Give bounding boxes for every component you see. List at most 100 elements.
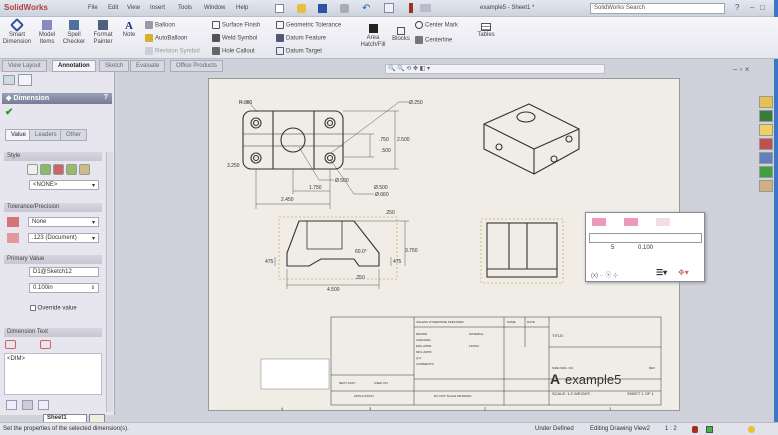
options-icon[interactable]: [420, 4, 431, 12]
layer-icon[interactable]: ✥▾: [678, 268, 689, 277]
tolerance-dropdown[interactable]: None ▾: [28, 217, 99, 227]
dimension-text-input[interactable]: [589, 233, 702, 243]
feature-manager-tab[interactable]: [3, 75, 15, 85]
apply-default-style-icon[interactable]: [27, 164, 38, 175]
justify-center-icon[interactable]: [22, 400, 33, 410]
datum-target-button[interactable]: Datum Target: [276, 47, 322, 55]
view-palette-icon[interactable]: [759, 152, 773, 164]
subtab-other[interactable]: Other: [60, 129, 88, 141]
justify-icon[interactable]: ☰▾: [656, 268, 667, 277]
heads-up-view-toolbar[interactable]: 🔍 🔍 ⟲ ✥ ◧ ▾: [385, 64, 605, 74]
geometric-tolerance-icon: [276, 21, 284, 29]
doc-window-controls[interactable]: – ▫ ×: [733, 65, 749, 74]
style-dropdown[interactable]: <NONE> ▾: [29, 180, 99, 190]
note-button[interactable]: A Note: [120, 20, 138, 39]
smart-dimension-button[interactable]: Smart Dimension: [2, 17, 32, 46]
style-section-header[interactable]: Style: [4, 152, 102, 161]
menu-tools[interactable]: Tools: [178, 5, 192, 11]
menu-file[interactable]: File: [88, 5, 98, 11]
override-value-checkbox[interactable]: Override value: [30, 305, 77, 312]
search-results-icon[interactable]: [759, 138, 773, 150]
select-icon[interactable]: [384, 3, 394, 13]
weld-symbol-button[interactable]: Weld Symbol: [212, 34, 257, 42]
tab-sketch[interactable]: Sketch: [99, 60, 130, 72]
resources-icon[interactable]: [759, 96, 773, 108]
property-manager-tab[interactable]: [18, 74, 32, 86]
units-icon[interactable]: [706, 426, 713, 433]
tab-evaluate[interactable]: Evaluate: [130, 60, 166, 72]
minimize-icon[interactable]: –: [750, 3, 754, 12]
dimension-text-section-header[interactable]: Dimension Text: [4, 328, 102, 337]
delete-style-icon[interactable]: [53, 164, 64, 175]
surface-finish-button[interactable]: Surface Finish: [212, 21, 260, 29]
center-mark-icon: [415, 21, 423, 29]
new-icon[interactable]: [275, 4, 284, 13]
ok-check-icon[interactable]: ✔: [5, 107, 13, 118]
justify-right-icon[interactable]: [38, 400, 49, 410]
tolerance-section-header[interactable]: Tolerance/Precision: [4, 203, 102, 212]
tolerance-precision-icon[interactable]: [656, 218, 670, 226]
status-scale[interactable]: 1 : 2: [665, 426, 677, 432]
status-definition: Under Defined: [535, 426, 574, 432]
subtab-leaders[interactable]: Leaders: [29, 129, 63, 141]
primary-value-section-header[interactable]: Primary Value: [4, 255, 102, 264]
dimension-text-field[interactable]: <DIM>: [4, 353, 102, 395]
primary-value-field[interactable]: 0.100in ⇕: [29, 283, 99, 293]
primary-name-field[interactable]: D1@Sketch12: [29, 267, 99, 277]
search-input[interactable]: SolidWorks Search: [590, 3, 725, 14]
revision-symbol-button[interactable]: Revision Symbol: [145, 47, 200, 55]
file-explorer-icon[interactable]: [759, 124, 773, 136]
menu-view[interactable]: View: [127, 5, 140, 11]
justify-left-icon[interactable]: [6, 400, 17, 410]
menu-help[interactable]: Help: [236, 5, 248, 11]
design-library-icon[interactable]: [759, 110, 773, 122]
datum-feature-button[interactable]: Datum Feature: [276, 34, 326, 42]
centerline-button[interactable]: Centerline: [415, 36, 452, 44]
area-hatch-button[interactable]: Area Hatch/Fill: [358, 24, 388, 49]
custom-properties-icon[interactable]: [759, 180, 773, 192]
geometric-tolerance-button[interactable]: Geometric Tolerance: [276, 21, 341, 29]
top-view: [242, 110, 344, 170]
blocks-button[interactable]: Blocks: [392, 27, 410, 43]
help-icon[interactable]: ?: [104, 94, 108, 101]
spell-checker-button[interactable]: Spell Checker: [62, 20, 86, 46]
inspection-dimension-icon[interactable]: [40, 340, 51, 349]
rebuild-icon[interactable]: [409, 3, 413, 13]
tooltip-icon[interactable]: [748, 426, 755, 433]
model-items-button[interactable]: Model Items: [35, 20, 59, 46]
tab-office-products[interactable]: Office Products: [170, 60, 223, 72]
tolerance-type-icon[interactable]: [592, 218, 606, 226]
save-icon[interactable]: [318, 4, 327, 13]
autoballoon-icon: [145, 34, 153, 42]
save-style-icon[interactable]: [66, 164, 77, 175]
open-icon[interactable]: [297, 4, 306, 13]
menu-insert[interactable]: Insert: [150, 5, 165, 11]
tables-button[interactable]: Tables: [476, 23, 496, 39]
precision-icon[interactable]: [624, 218, 638, 226]
load-style-icon[interactable]: [79, 164, 90, 175]
help-icon[interactable]: ?: [735, 3, 739, 12]
maximize-icon[interactable]: □: [760, 3, 765, 12]
center-mark-button[interactable]: Center Mark: [415, 21, 458, 29]
add-style-icon[interactable]: [40, 164, 51, 175]
tab-annotation[interactable]: Annotation: [52, 60, 96, 72]
print-icon[interactable]: [340, 4, 349, 13]
undo-icon[interactable]: ↶: [362, 3, 370, 14]
parentheses-icon[interactable]: (x) ·· ⓧ ⊹: [591, 270, 618, 279]
precision-dropdown[interactable]: .123 (Document) ▾: [28, 233, 99, 243]
autoballoon-button[interactable]: AutoBalloon: [145, 34, 187, 42]
tb-comments: COMMENTS:: [416, 362, 434, 366]
panel-scrollbar[interactable]: [106, 152, 113, 412]
balloon-button[interactable]: Balloon: [145, 21, 175, 29]
dim-label: 4.500: [327, 287, 340, 293]
appearances-icon[interactable]: [759, 166, 773, 178]
add-parentheses-icon[interactable]: [5, 340, 16, 349]
tab-view-layout[interactable]: View Layout: [2, 60, 47, 72]
menu-window[interactable]: Window: [204, 5, 225, 11]
format-painter-button[interactable]: Format Painter: [90, 20, 116, 46]
menu-edit[interactable]: Edit: [108, 5, 118, 11]
subtab-value[interactable]: Value: [5, 129, 32, 141]
zone-label: 1: [609, 406, 612, 411]
rebuild-status-icon[interactable]: [692, 426, 698, 433]
hole-callout-button[interactable]: Hole Callout: [212, 47, 255, 55]
